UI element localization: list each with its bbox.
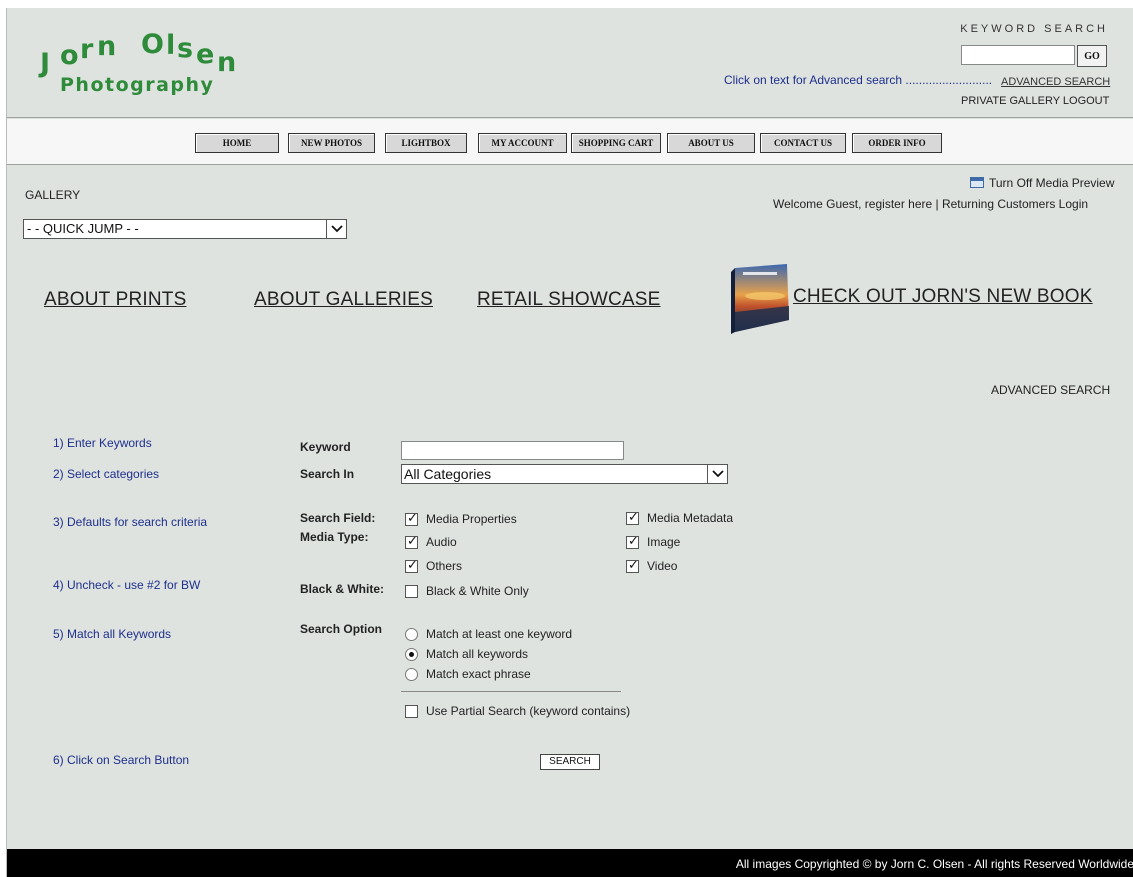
main-content: GALLERY - - QUICK JUMP - - Turn Off Medi… bbox=[7, 166, 1133, 849]
svg-text:o: o bbox=[60, 40, 79, 71]
nav-order-info-button[interactable]: ORDER INFO bbox=[852, 133, 942, 153]
svg-text:n: n bbox=[97, 31, 116, 62]
step-4-text: 4) Uncheck - use #2 for BW bbox=[53, 578, 201, 592]
divider bbox=[401, 691, 621, 692]
media-preview-toggle[interactable]: Turn Off Media Preview bbox=[970, 176, 1114, 190]
step-5-text: 5) Match all Keywords bbox=[53, 627, 172, 641]
audio-label: Audio bbox=[426, 535, 457, 549]
book-cover-image[interactable] bbox=[727, 262, 791, 334]
svg-text:O: O bbox=[141, 29, 164, 60]
match-at-least-one-label: Match at least one keyword bbox=[426, 627, 573, 641]
gallery-label: GALLERY bbox=[25, 188, 81, 202]
about-prints-link[interactable]: ABOUT PRINTS bbox=[44, 289, 186, 311]
nav-home-button[interactable]: HOME bbox=[195, 133, 279, 153]
black-white-label: Black & White: bbox=[300, 582, 385, 596]
audio-option[interactable]: Audio bbox=[405, 534, 457, 549]
logo-subtitle: Photography bbox=[60, 74, 214, 96]
video-checkbox[interactable] bbox=[626, 558, 639, 573]
match-exact-radio[interactable] bbox=[405, 667, 418, 681]
copyright-text: All images Copyrighted © by Jorn C. Olse… bbox=[735, 857, 1133, 871]
site-footer: All images Copyrighted © by Jorn C. Olse… bbox=[7, 849, 1133, 877]
step-3-text: 3) Defaults for search criteria bbox=[53, 515, 208, 529]
media-properties-label: Media Properties bbox=[426, 512, 517, 526]
search-in-value: All Categories bbox=[404, 466, 492, 482]
advanced-search-heading: ADVANCED SEARCH bbox=[991, 383, 1111, 397]
private-gallery-logout-link[interactable]: PRIVATE GALLERY LOGOUT bbox=[961, 95, 1109, 107]
black-white-checkbox[interactable] bbox=[405, 584, 418, 598]
black-white-option[interactable]: Black & White Only bbox=[405, 584, 529, 598]
match-all-label: Match all keywords bbox=[426, 647, 529, 661]
svg-text:e: e bbox=[196, 39, 214, 70]
black-white-only-label: Black & White Only bbox=[426, 584, 529, 598]
match-all-option[interactable]: Match all keywords bbox=[405, 647, 528, 661]
quick-jump-select[interactable]: - - QUICK JUMP - - bbox=[23, 219, 347, 239]
match-at-least-one-option[interactable]: Match at least one keyword bbox=[405, 627, 572, 641]
step-1-text: 1) Enter Keywords bbox=[53, 436, 152, 450]
nav-lightbox-button[interactable]: LIGHTBOX bbox=[385, 133, 467, 153]
search-in-label: Search In bbox=[300, 467, 355, 481]
match-exact-label: Match exact phrase bbox=[426, 667, 531, 681]
search-in-select[interactable]: All Categories bbox=[401, 464, 728, 484]
media-properties-checkbox[interactable] bbox=[405, 511, 418, 526]
others-checkbox[interactable] bbox=[405, 558, 418, 573]
keyword-input[interactable] bbox=[401, 441, 624, 460]
welcome-text[interactable]: Welcome Guest, register here | Returning… bbox=[773, 197, 1088, 211]
image-label: Image bbox=[647, 535, 681, 549]
step-6-text: 6) Click on Search Button bbox=[53, 753, 190, 767]
chevron-down-icon[interactable] bbox=[707, 465, 727, 483]
chevron-down-icon[interactable] bbox=[326, 220, 346, 238]
image-option[interactable]: Image bbox=[626, 534, 681, 549]
page: J o r n O l s e n Photography KEYWORD SE… bbox=[0, 0, 1133, 877]
about-galleries-link[interactable]: ABOUT GALLERIES bbox=[254, 289, 433, 311]
keyword-search-input[interactable] bbox=[961, 45, 1075, 65]
step-2-text: 2) Select categories bbox=[53, 467, 160, 481]
partial-search-label: Use Partial Search (keyword contains) bbox=[426, 704, 631, 718]
nav-contact-us-button[interactable]: CONTACT US bbox=[760, 133, 846, 153]
svg-text:J: J bbox=[38, 48, 53, 79]
site-logo[interactable]: J o r n O l s e n Photography bbox=[37, 22, 277, 102]
main-nav: HOME NEW PHOTOS LIGHTBOX MY ACCOUNT SHOP… bbox=[7, 119, 1133, 165]
others-label: Others bbox=[426, 559, 463, 573]
nav-shopping-cart-button[interactable]: SHOPPING CART bbox=[571, 133, 661, 153]
go-button[interactable]: GO bbox=[1077, 45, 1107, 67]
new-book-link[interactable]: CHECK OUT JORN'S NEW BOOK bbox=[793, 286, 1093, 308]
partial-search-option[interactable]: Use Partial Search (keyword contains) bbox=[405, 704, 630, 718]
match-at-least-one-radio[interactable] bbox=[405, 627, 418, 641]
search-option-label: Search Option bbox=[300, 622, 383, 636]
search-field-label: Search Field: bbox=[300, 511, 376, 525]
advanced-search-link[interactable]: ADVANCED SEARCH bbox=[1001, 76, 1110, 88]
svg-text:s: s bbox=[177, 33, 193, 64]
partial-search-checkbox[interactable] bbox=[405, 704, 418, 718]
svg-text:l: l bbox=[166, 30, 175, 61]
match-exact-option[interactable]: Match exact phrase bbox=[405, 667, 531, 681]
media-properties-option[interactable]: Media Properties bbox=[405, 511, 517, 526]
svg-text:r: r bbox=[80, 34, 94, 65]
media-metadata-checkbox[interactable] bbox=[626, 510, 639, 525]
nav-new-photos-button[interactable]: NEW PHOTOS bbox=[288, 133, 375, 153]
nav-my-account-button[interactable]: MY ACCOUNT bbox=[478, 133, 567, 153]
site-header: J o r n O l s e n Photography KEYWORD SE… bbox=[7, 8, 1133, 118]
window-icon bbox=[970, 177, 984, 188]
video-option[interactable]: Video bbox=[626, 558, 678, 573]
keyword-label: Keyword bbox=[300, 440, 351, 454]
retail-showcase-link[interactable]: RETAIL SHOWCASE bbox=[477, 289, 661, 311]
media-metadata-option[interactable]: Media Metadata bbox=[626, 510, 734, 525]
image-checkbox[interactable] bbox=[626, 534, 639, 549]
site-frame: J o r n O l s e n Photography KEYWORD SE… bbox=[6, 8, 1133, 877]
video-label: Video bbox=[647, 559, 678, 573]
advanced-search-hint[interactable]: Click on text for Advanced search ......… bbox=[724, 73, 992, 87]
keyword-search-title: KEYWORD SEARCH bbox=[960, 23, 1108, 35]
match-all-radio[interactable] bbox=[405, 647, 418, 661]
media-metadata-label: Media Metadata bbox=[647, 511, 734, 525]
svg-text:n: n bbox=[217, 47, 236, 78]
audio-checkbox[interactable] bbox=[405, 534, 418, 549]
media-type-label: Media Type: bbox=[300, 530, 369, 544]
media-preview-label: Turn Off Media Preview bbox=[989, 176, 1115, 190]
quick-jump-value: - - QUICK JUMP - - bbox=[27, 221, 139, 236]
nav-about-us-button[interactable]: ABOUT US bbox=[667, 133, 755, 153]
others-option[interactable]: Others bbox=[405, 558, 463, 573]
search-button[interactable]: SEARCH bbox=[540, 754, 600, 770]
